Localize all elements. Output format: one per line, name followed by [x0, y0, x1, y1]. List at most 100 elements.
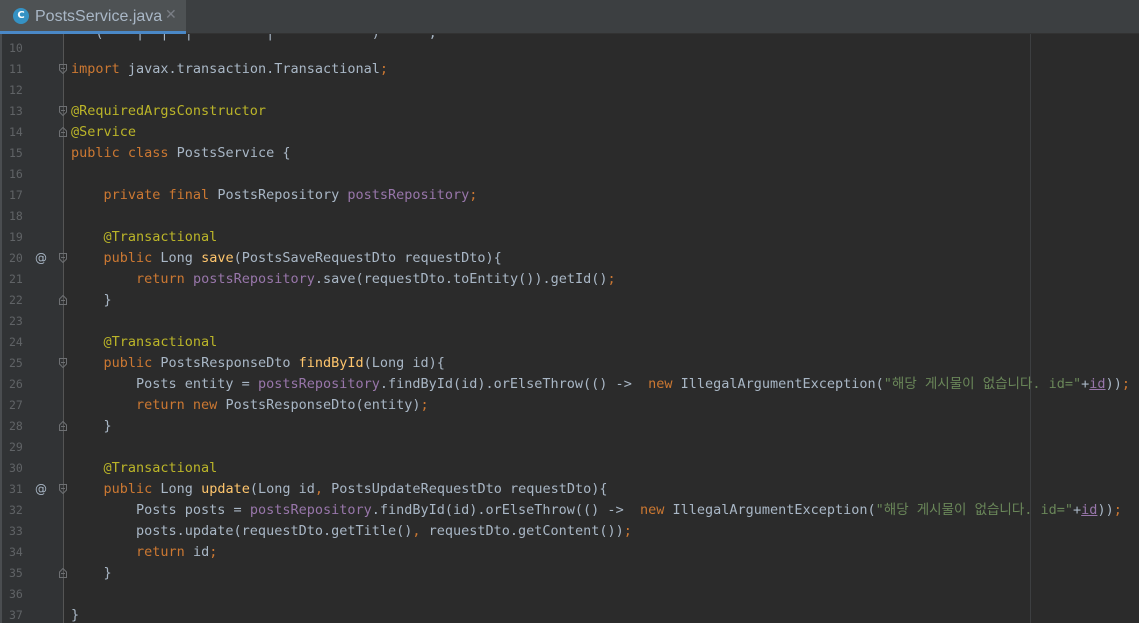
code-line[interactable]: 35 }	[0, 563, 1139, 584]
code-line[interactable]: 18	[0, 206, 1139, 227]
fold-start-icon[interactable]	[59, 358, 67, 368]
code-line[interactable]: 24 @Transactional	[0, 332, 1139, 353]
code-line[interactable]: 16	[0, 164, 1139, 185]
code-line[interactable]: 27 return new PostsResponseDto(entity);	[0, 395, 1139, 416]
code-line[interactable]: 12	[0, 80, 1139, 101]
code-line[interactable]: 28 }	[0, 416, 1139, 437]
line-number[interactable]: 19	[9, 227, 31, 248]
code-line[interactable]: 14 @Service	[0, 122, 1139, 143]
line-number[interactable]: 16	[9, 164, 31, 185]
code-text[interactable]: }	[71, 416, 112, 437]
close-icon[interactable]: ✕	[165, 6, 177, 24]
line-number[interactable]: 15	[9, 143, 31, 164]
code-text[interactable]: public class PostsService {	[71, 143, 290, 164]
code-text[interactable]: return id;	[71, 542, 217, 563]
code-line[interactable]: 21 return postsRepository.save(requestDt…	[0, 269, 1139, 290]
code-line[interactable]: 17 private final PostsRepository postsRe…	[0, 185, 1139, 206]
code-token: Long	[152, 481, 202, 497]
code-text[interactable]: posts.update(requestDto.getTitle(), requ…	[71, 521, 632, 542]
line-number[interactable]: 26	[9, 374, 31, 395]
code-line[interactable]: 30 @Transactional	[0, 458, 1139, 479]
line-number[interactable]: 12	[9, 80, 31, 101]
code-line[interactable]: 33 posts.update(requestDto.getTitle(), r…	[0, 521, 1139, 542]
code-text[interactable]: }	[71, 605, 79, 623]
tab-title[interactable]: PostsService.java	[35, 8, 162, 26]
fold-end-icon[interactable]	[59, 421, 67, 431]
code-line[interactable]: 10	[0, 38, 1139, 59]
code-line[interactable]: 26 Posts entity = postsRepository.findBy…	[0, 374, 1139, 395]
code-text[interactable]: @Transactional	[71, 458, 218, 479]
override-marker-icon[interactable]: @	[35, 248, 47, 269]
line-number[interactable]: 32	[9, 500, 31, 521]
code-text[interactable]: return postsRepository.save(requestDto.t…	[71, 269, 616, 290]
line-number[interactable]: 21	[9, 269, 31, 290]
line-number[interactable]: 10	[9, 38, 31, 59]
code-line[interactable]: 22 }	[0, 290, 1139, 311]
line-number[interactable]: 23	[9, 311, 31, 332]
line-number[interactable]: 28	[9, 416, 31, 437]
code-text[interactable]: public PostsResponseDto findById(Long id…	[71, 353, 445, 374]
code-text[interactable]: }	[71, 563, 112, 584]
code-token: public	[103, 481, 153, 497]
code-line[interactable]: 20 @ public Long save(PostsSaveRequestDto…	[0, 248, 1139, 269]
line-number[interactable]: 22	[9, 290, 31, 311]
line-number[interactable]: 13	[9, 101, 31, 122]
code-text[interactable]: import javax.transaction.Transactional;	[71, 59, 388, 80]
line-number[interactable]: 36	[9, 584, 31, 605]
code-line[interactable]: 23	[0, 311, 1139, 332]
code-token: public	[103, 250, 153, 266]
line-number[interactable]: 20	[9, 248, 31, 269]
fold-end-icon[interactable]	[59, 127, 67, 137]
code-text[interactable]: @Transactional	[71, 332, 218, 353]
code-line[interactable]: 15 public class PostsService {	[0, 143, 1139, 164]
code-text[interactable]: @Service	[71, 122, 136, 143]
fold-start-icon[interactable]	[59, 253, 67, 263]
tab-posts-service[interactable]: C PostsService.java ✕	[0, 0, 186, 34]
line-number[interactable]: 29	[9, 437, 31, 458]
line-number[interactable]: 11	[9, 59, 31, 80]
code-text[interactable]: @Transactional	[71, 227, 218, 248]
code-line[interactable]: 13 @RequiredArgsConstructor	[0, 101, 1139, 122]
editor-tab-bar: C PostsService.java ✕	[0, 0, 1139, 34]
code-line[interactable]: 32 Posts posts = postsRepository.findByI…	[0, 500, 1139, 521]
code-text[interactable]: }	[71, 290, 112, 311]
line-number[interactable]: 25	[9, 353, 31, 374]
code-text[interactable]: @RequiredArgsConstructor	[71, 101, 266, 122]
code-line[interactable]: 36	[0, 584, 1139, 605]
fold-start-icon[interactable]	[59, 106, 67, 116]
override-marker-icon[interactable]: @	[35, 479, 47, 500]
code-text[interactable]: public Long save(PostsSaveRequestDto req…	[71, 248, 502, 269]
code-token: ;	[209, 544, 218, 560]
fold-start-icon[interactable]	[59, 64, 67, 74]
line-number[interactable]: 35	[9, 563, 31, 584]
line-number[interactable]: 14	[9, 122, 31, 143]
line-number[interactable]: 17	[9, 185, 31, 206]
line-number[interactable]: 18	[9, 206, 31, 227]
line-number[interactable]: 31	[9, 479, 31, 500]
line-number[interactable]: 27	[9, 395, 31, 416]
line-number[interactable]: 34	[9, 542, 31, 563]
fold-end-icon[interactable]	[59, 568, 67, 578]
fold-end-icon[interactable]	[59, 295, 67, 305]
code-editor[interactable]: ( | | | | ) ; 1011import javax.transacti…	[0, 34, 1139, 623]
code-line[interactable]: 11 import javax.transaction.Transactional…	[0, 59, 1139, 80]
line-number[interactable]: 37	[9, 605, 31, 623]
code-text[interactable]: return new PostsResponseDto(entity);	[71, 395, 429, 416]
line-number[interactable]: 33	[9, 521, 31, 542]
code-line[interactable]: 29	[0, 437, 1139, 458]
code-line[interactable]: 34 return id;	[0, 542, 1139, 563]
code-line[interactable]: 31 @ public Long update(Long id, PostsUpd…	[0, 479, 1139, 500]
fold-start-icon[interactable]	[59, 484, 67, 494]
code-line[interactable]: 19 @Transactional	[0, 227, 1139, 248]
code-text[interactable]: public Long update(Long id, PostsUpdateR…	[71, 479, 608, 500]
code-text[interactable]: Posts posts = postsRepository.findById(i…	[71, 500, 1122, 521]
code-text[interactable]: private final PostsRepository postsRepos…	[71, 185, 478, 206]
line-number[interactable]: 24	[9, 332, 31, 353]
code-line[interactable]: 25 public PostsResponseDto findById(Long…	[0, 353, 1139, 374]
line-number[interactable]: 30	[9, 458, 31, 479]
code-text[interactable]: Posts entity = postsRepository.findById(…	[71, 374, 1130, 395]
code-line[interactable]: 37}	[0, 605, 1139, 623]
